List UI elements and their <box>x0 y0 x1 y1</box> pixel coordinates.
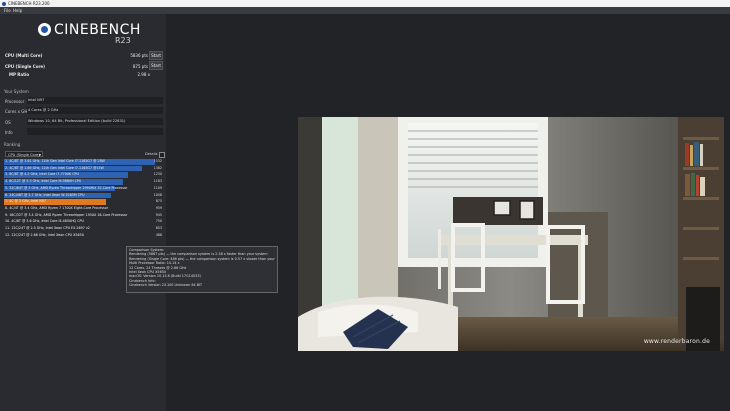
title-bar: CINEBENCH R23.200 <box>0 0 730 7</box>
ranking-row-label: 11. 12C/24T @ 2.5 GHz, Intel Xeon CPU E5… <box>5 226 90 230</box>
details-label: Details <box>145 152 158 156</box>
ranking-row[interactable]: 5. 32C/64T @ 3 GHz, AMD Ryzen Threadripp… <box>4 185 163 192</box>
ranking-row[interactable]: 9. 16C/32T @ 3.4 GHz, AMD Ryzen Threadri… <box>4 213 163 219</box>
cinebench-logo: CINEBENCH R23 <box>36 22 140 48</box>
ranking-row-score: 959 <box>155 205 162 210</box>
ranking-row[interactable]: 7. 4C @ 2 GHz, Intel N97 875 <box>4 199 163 205</box>
ranking-row-label: 5. 32C/64T @ 3 GHz, AMD Ryzen Threadripp… <box>5 185 128 190</box>
cores-field: 4 Cores @ 2 GHz <box>27 107 163 114</box>
ranking-row-label: 3. 8C/8T @ 4.2 GHz, Intel Core i7-7700K … <box>5 172 79 177</box>
window-title: CINEBENCH R23.200 <box>8 1 50 6</box>
multi-core-start-button[interactable]: Start <box>149 51 163 60</box>
ranking-row-label: 2. 4C/8T @ 1.69 GHz, 11th Gen Intel Core… <box>5 165 104 170</box>
render-view: www.renderbaron.de <box>298 117 724 351</box>
ranking-row-score: 1183 <box>153 179 162 184</box>
chevron-down-icon: ▼ <box>38 153 41 157</box>
single-core-score: 875 pts <box>132 64 148 69</box>
ranking-mode-dropdown[interactable]: CPU (Single Core) ▼ <box>5 151 43 157</box>
menu-help[interactable]: Help <box>13 7 22 14</box>
ranking-row-label: 9. 16C/32T @ 3.4 GHz, AMD Ryzen Threadri… <box>5 212 128 217</box>
os-label: OS <box>5 120 11 125</box>
ranking-row-label: 6. 24C/48T @ 2.7 GHz, Intel Xeon W-3265M… <box>5 192 85 197</box>
mp-ratio-value: 2.98 x <box>137 72 150 77</box>
cores-label: Cores x GHz <box>5 109 30 114</box>
single-core-label: CPU (Single Core) <box>5 64 45 69</box>
ranking-row[interactable]: 6. 24C/48T @ 2.7 GHz, Intel Xeon W-3265M… <box>4 192 163 199</box>
ranking-row[interactable]: 1. 4C/8T @ 3.61 GHz, 11th Gen Intel Core… <box>4 159 163 165</box>
ranking-row[interactable]: 12. 12C/24T @ 2.66 GHz, Intel Xeon CPU X… <box>4 233 163 239</box>
renderbaron-watermark: www.renderbaron.de <box>643 338 710 345</box>
ranking-row[interactable]: 4. 6C/12T @ 3.3 GHz, Intel Core i9-9880H… <box>4 179 163 185</box>
multi-core-label: CPU (Multi Core) <box>5 53 43 58</box>
processor-label: Processor <box>5 99 25 104</box>
menu-bar: File Help <box>0 7 730 14</box>
ranking-row-label: 8. 4C/4T @ 3.4 GHz, AMD Ryzen 7 1700X Ei… <box>5 205 109 210</box>
ranking-row-score: 1058 <box>153 192 162 197</box>
ranking-row-score: 1532 <box>153 159 162 163</box>
os-field: Windows 10, 64 Bit, Professional Edition… <box>27 118 163 125</box>
left-panel: CINEBENCH R23 CPU (Multi Core) 5836 pts … <box>0 14 166 411</box>
ranking-row-score: 653 <box>155 226 162 230</box>
menu-file[interactable]: File <box>4 7 11 14</box>
tooltip-line: Cinebench Version 23.100 Unknown 64 BIT <box>129 283 203 288</box>
logo-version: R23 <box>115 36 131 45</box>
cinebench-app-icon <box>2 1 6 6</box>
ranking-row[interactable]: 8. 4C/4T @ 3.4 GHz, AMD Ryzen 7 1700X Ei… <box>4 206 163 212</box>
ranking-row-score: 875 <box>155 199 162 204</box>
ranking-row-score: 1230 <box>153 172 162 177</box>
single-core-start-button[interactable]: Start <box>149 61 163 70</box>
ranking-row[interactable]: 2. 4C/8T @ 1.69 GHz, 11th Gen Intel Core… <box>4 165 163 172</box>
ranking-row[interactable]: 10. 4C/8T @ 3.6 GHz, Intel Core i5-4850H… <box>4 219 163 225</box>
ranking-row-label: 7. 4C @ 2 GHz, Intel N97 <box>5 199 47 204</box>
details-checkbox[interactable] <box>159 152 165 158</box>
ranking-row-score: 750 <box>155 219 162 224</box>
ranking-row[interactable]: 11. 12C/24T @ 2.5 GHz, Intel Xeon CPU E5… <box>4 226 163 232</box>
ranking-row-score: 1109 <box>153 185 162 190</box>
multi-core-score: 5836 pts <box>130 53 148 58</box>
ranking-mode-value: CPU (Single Core) <box>8 153 40 157</box>
ranking-row-label: 10. 4C/8T @ 3.6 GHz, Intel Core i5-4850H… <box>5 219 84 224</box>
ranking-heading: Ranking <box>4 142 21 147</box>
info-field[interactable] <box>27 128 163 135</box>
info-label: Info <box>5 130 13 135</box>
mp-ratio-label: MP Ratio <box>9 72 30 77</box>
your-system-heading: Your System <box>4 89 29 94</box>
processor-field: Intel N97 <box>27 97 163 104</box>
ranking-row-score: 1382 <box>153 165 162 170</box>
cinebench-logo-icon <box>38 23 51 36</box>
ranking-row-label: 4. 6C/12T @ 3.3 GHz, Intel Core i9-9880H… <box>5 179 82 184</box>
ranking-row-score: 945 <box>155 212 162 217</box>
ranking-row[interactable]: 3. 8C/8T @ 4.2 GHz, Intel Core i7-7700K … <box>4 172 163 178</box>
ranking-row-label: 12. 12C/24T @ 2.66 GHz, Intel Xeon CPU X… <box>5 232 84 237</box>
ranking-row-score: 488 <box>155 232 162 237</box>
rendered-room-image <box>298 117 724 351</box>
ranking-row-label: 1. 4C/8T @ 3.61 GHz, 11th Gen Intel Core… <box>5 159 105 163</box>
comparison-tooltip: Comparison System: Rendering (5867 pts) … <box>126 246 278 293</box>
